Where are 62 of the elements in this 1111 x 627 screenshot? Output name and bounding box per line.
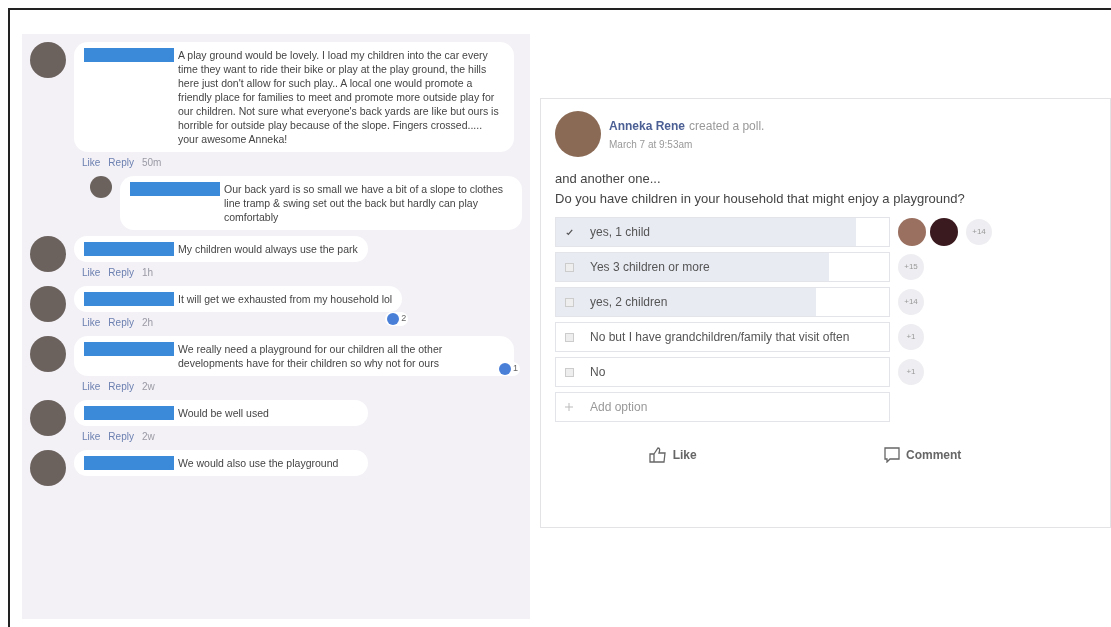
- comment-time: 1h: [141, 266, 154, 280]
- like-icon: [499, 362, 511, 375]
- add-option-field[interactable]: Add option: [555, 392, 890, 422]
- comment-time: 2w: [141, 430, 155, 444]
- comment-text: Our back yard is so small we have a bit of a slope to clothes line tramp & swing set out the back but hardly can play comfortably: [224, 182, 504, 224]
- avatar: [555, 111, 601, 157]
- vote-count[interactable]: +14: [898, 289, 924, 315]
- thumbs-up-icon: [648, 447, 667, 463]
- avatar: [30, 236, 66, 272]
- avatar: [30, 336, 66, 372]
- comment-button[interactable]: Comment: [878, 442, 968, 468]
- option-label[interactable]: yes, 1 child: [582, 219, 659, 245]
- action-link[interactable]: Reply: [108, 155, 134, 170]
- post-action: created a poll.: [689, 117, 765, 135]
- avatar: [30, 450, 66, 486]
- speech-bubble-icon: [884, 447, 900, 463]
- vote-count[interactable]: +1: [898, 324, 924, 350]
- post-text: Do you have children in your household that might enjoy a playground?: [555, 190, 966, 208]
- poll-option[interactable]: No but I have grandchildren/family that visit often: [555, 322, 890, 352]
- action-link[interactable]: Like: [82, 155, 101, 170]
- option-label[interactable]: No but I have grandchildren/family that visit often: [582, 324, 858, 350]
- comment-text: We would also use the playground: [178, 456, 340, 470]
- comment-text: My children would always use the park: [178, 242, 358, 256]
- author-name[interactable]: Anneka Rene: [609, 116, 686, 135]
- action-link[interactable]: Reply: [108, 315, 134, 330]
- action-link[interactable]: Like: [82, 315, 101, 330]
- voter-avatars[interactable]: [898, 218, 958, 246]
- avatar: [30, 42, 66, 78]
- reaction-count: 2: [401, 312, 407, 325]
- option-label[interactable]: No: [582, 359, 614, 385]
- action-link[interactable]: Reply: [108, 429, 134, 444]
- checkbox[interactable]: [564, 227, 574, 237]
- avatar: [30, 286, 66, 322]
- action-link[interactable]: Reply: [108, 379, 134, 394]
- checkbox[interactable]: [564, 367, 574, 377]
- comment-text: A play ground would be lovely. I load my children into the car every time they want to ride their bike or play at the play ground, the hills here just don't allow for such play.. A local one would promote a friendly place for families to meet and promote more outside play for our children. Not sure what everyone's back yards are like but ours is horrible for outside play because of the slope. Fingers crossed..... your awesome Anneka!: [178, 48, 500, 146]
- placeholder-text: Add option: [589, 399, 649, 416]
- action-link[interactable]: Like: [82, 429, 101, 444]
- comment-text: It will get we exhausted from my household lol: [178, 292, 393, 306]
- vote-count[interactable]: +14: [966, 219, 992, 245]
- reaction-count: 1: [513, 362, 518, 375]
- vote-count[interactable]: +15: [898, 254, 924, 280]
- poll-option[interactable]: No: [555, 357, 890, 387]
- action-link[interactable]: Like: [82, 379, 101, 394]
- comment-time: 2h: [141, 316, 154, 330]
- vote-count[interactable]: +1: [898, 359, 924, 385]
- action-link[interactable]: Reply: [108, 265, 134, 280]
- checkbox[interactable]: [564, 297, 574, 307]
- action-link[interactable]: Like: [82, 265, 101, 280]
- avatar: [30, 400, 66, 436]
- post-time[interactable]: March 7 at 9:53am: [609, 136, 765, 152]
- post-text: and another one...: [555, 170, 662, 188]
- checkbox[interactable]: [564, 332, 574, 342]
- comment-text: We really need a playground for our children all the other developments have for their children so why not for ours: [178, 342, 444, 370]
- like-button[interactable]: Like: [642, 442, 703, 468]
- avatar: [90, 176, 112, 198]
- comment-text: Would be well used: [178, 406, 270, 420]
- comment-time: 50m: [141, 156, 162, 170]
- checkbox[interactable]: [564, 262, 574, 272]
- comment-time: 2w: [141, 380, 155, 394]
- like-icon: [387, 312, 400, 325]
- plus-icon: [565, 403, 573, 411]
